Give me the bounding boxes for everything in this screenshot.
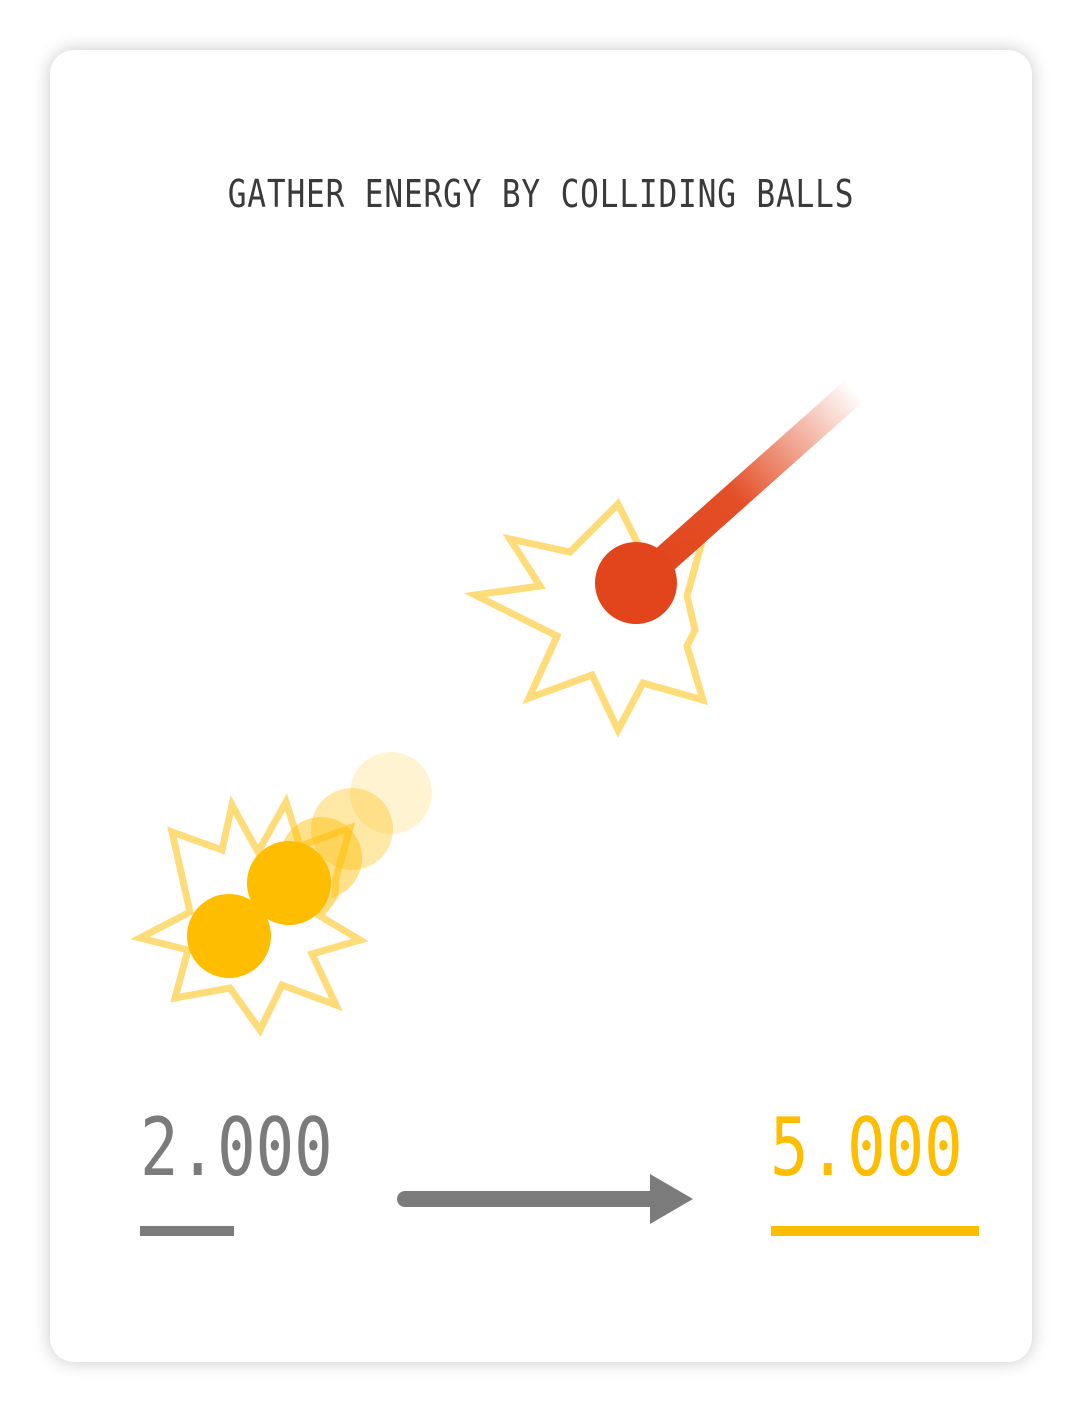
energy-target: 5.000 xyxy=(770,1101,963,1194)
game-card: GATHER ENERGY BY COLLIDING BALLS 2.000 5… xyxy=(50,50,1032,1362)
energy-target-underline xyxy=(771,1226,979,1236)
arrow-right-icon xyxy=(397,1174,693,1224)
gold-ball[interactable] xyxy=(187,894,271,978)
red-ball-trail xyxy=(626,379,865,596)
red-ball[interactable] xyxy=(595,542,677,624)
energy-current-underline xyxy=(140,1226,234,1236)
energy-current: 2.000 xyxy=(140,1101,333,1194)
